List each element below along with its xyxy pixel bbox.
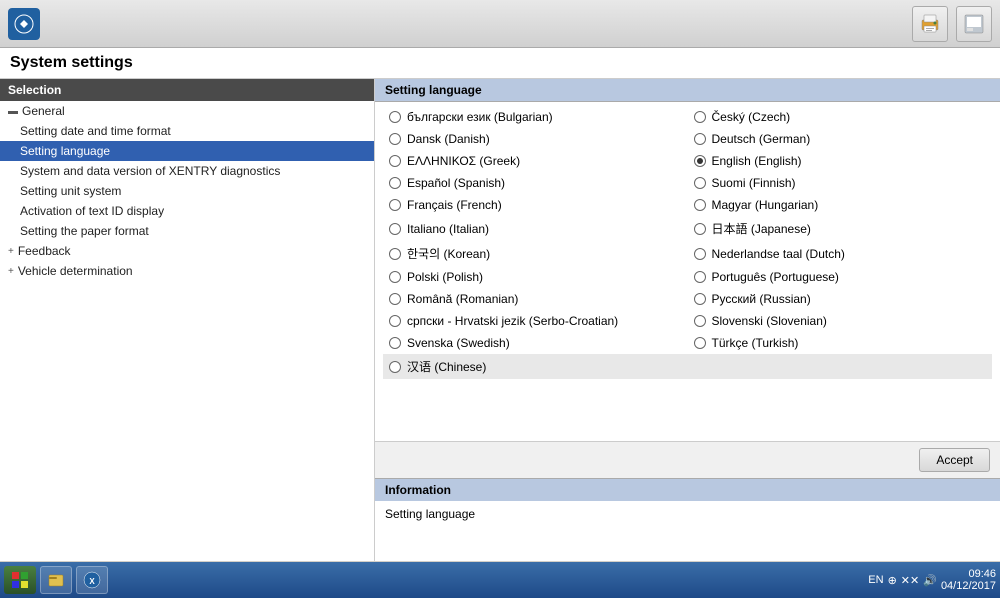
lang-czech[interactable]: Český (Czech) bbox=[688, 106, 993, 128]
clock-time: 09:46 bbox=[941, 568, 996, 580]
expand-icon-vehicle: + bbox=[8, 266, 14, 277]
svg-text:X: X bbox=[89, 577, 95, 586]
lang-danish[interactable]: Dansk (Danish) bbox=[383, 128, 688, 150]
sidebar-item-text-id[interactable]: Activation of text ID display bbox=[0, 201, 374, 221]
radio-bulgarian[interactable] bbox=[389, 111, 401, 123]
language-grid-container[interactable]: български език (Bulgarian) Český (Czech)… bbox=[375, 102, 1000, 441]
title-bar bbox=[0, 0, 1000, 48]
tray-icon2: ✕✕ bbox=[901, 574, 919, 587]
radio-finnish[interactable] bbox=[694, 177, 706, 189]
lang-dutch[interactable]: Nederlandse taal (Dutch) bbox=[688, 241, 993, 266]
radio-slovenian[interactable] bbox=[694, 315, 706, 327]
sidebar-item-date-time[interactable]: Setting date and time format bbox=[0, 121, 374, 141]
expand-icon-general: ▬ bbox=[8, 106, 18, 117]
vehicle-label: Vehicle determination bbox=[18, 264, 133, 278]
lang-chinese[interactable]: 汉语 (Chinese) bbox=[383, 354, 992, 379]
main-content: Selection ▬ General Setting date and tim… bbox=[0, 79, 1000, 561]
radio-serbian[interactable] bbox=[389, 315, 401, 327]
help-button[interactable] bbox=[956, 6, 992, 42]
radio-spanish[interactable] bbox=[389, 177, 401, 189]
lang-slovenian[interactable]: Slovenski (Slovenian) bbox=[688, 310, 993, 332]
radio-chinese[interactable] bbox=[389, 361, 401, 373]
lang-japanese[interactable]: 日本語 (Japanese) bbox=[688, 216, 993, 241]
lang-finnish[interactable]: Suomi (Finnish) bbox=[688, 172, 993, 194]
radio-turkish[interactable] bbox=[694, 337, 706, 349]
radio-hungarian[interactable] bbox=[694, 199, 706, 211]
radio-dutch[interactable] bbox=[694, 248, 706, 260]
tree-group-feedback[interactable]: + Feedback bbox=[0, 241, 374, 261]
taskbar-clock: 09:46 04/12/2017 bbox=[941, 568, 996, 592]
lang-polish[interactable]: Polski (Polish) bbox=[383, 266, 688, 288]
sidebar-item-language[interactable]: Setting language bbox=[0, 141, 374, 161]
general-label: General bbox=[22, 104, 65, 118]
radio-russian[interactable] bbox=[694, 293, 706, 305]
info-content: Setting language bbox=[375, 501, 1000, 561]
accept-row: Accept bbox=[375, 441, 1000, 478]
print-button[interactable] bbox=[912, 6, 948, 42]
right-panel: Setting language български език (Bulgari… bbox=[375, 79, 1000, 561]
radio-greek[interactable] bbox=[389, 155, 401, 167]
lang-spanish[interactable]: Español (Spanish) bbox=[383, 172, 688, 194]
language-grid: български език (Bulgarian) Český (Czech)… bbox=[375, 106, 1000, 379]
sidebar-item-unit-system[interactable]: Setting unit system bbox=[0, 181, 374, 201]
radio-korean[interactable] bbox=[389, 248, 401, 260]
lang-russian[interactable]: Русский (Russian) bbox=[688, 288, 993, 310]
taskbar-file-manager[interactable] bbox=[40, 566, 72, 594]
taskbar: X EN ⊕ ✕✕ 🔊 09:46 04/12/2017 bbox=[0, 562, 1000, 598]
start-button[interactable] bbox=[4, 566, 36, 594]
lang-hungarian[interactable]: Magyar (Hungarian) bbox=[688, 194, 993, 216]
lang-swedish[interactable]: Svenska (Swedish) bbox=[383, 332, 688, 354]
accept-button[interactable]: Accept bbox=[919, 448, 990, 472]
lang-bulgarian[interactable]: български език (Bulgarian) bbox=[383, 106, 688, 128]
selection-header: Selection bbox=[0, 79, 374, 101]
taskbar-xentry[interactable]: X bbox=[76, 566, 108, 594]
lang-korean[interactable]: 한국의 (Korean) bbox=[383, 241, 688, 266]
lang-greek[interactable]: ΕΛΛΗΝΙΚΟΣ (Greek) bbox=[383, 150, 688, 172]
radio-swedish[interactable] bbox=[389, 337, 401, 349]
sidebar-item-paper-format[interactable]: Setting the paper format bbox=[0, 221, 374, 241]
lang-italian[interactable]: Italiano (Italian) bbox=[383, 216, 688, 241]
lang-french[interactable]: Français (French) bbox=[383, 194, 688, 216]
radio-danish[interactable] bbox=[389, 133, 401, 145]
lang-german[interactable]: Deutsch (German) bbox=[688, 128, 993, 150]
taskbar-tray: EN ⊕ ✕✕ 🔊 09:46 04/12/2017 bbox=[868, 568, 996, 592]
clock-date: 04/12/2017 bbox=[941, 580, 996, 592]
expand-icon-feedback: + bbox=[8, 246, 14, 257]
title-bar-right bbox=[912, 6, 992, 42]
radio-czech[interactable] bbox=[694, 111, 706, 123]
radio-italian[interactable] bbox=[389, 223, 401, 235]
lang-portuguese[interactable]: Português (Portuguese) bbox=[688, 266, 993, 288]
radio-english[interactable] bbox=[694, 155, 706, 167]
tray-en: EN bbox=[868, 574, 883, 586]
radio-french[interactable] bbox=[389, 199, 401, 211]
tree-group-vehicle[interactable]: + Vehicle determination bbox=[0, 261, 374, 281]
tray-icon1: ⊕ bbox=[888, 574, 897, 587]
title-bar-left bbox=[8, 8, 40, 40]
lang-romanian[interactable]: Română (Romanian) bbox=[383, 288, 688, 310]
page-title: System settings bbox=[0, 48, 1000, 79]
lang-turkish[interactable]: Türkçe (Turkish) bbox=[688, 332, 993, 354]
radio-romanian[interactable] bbox=[389, 293, 401, 305]
lang-serbian[interactable]: српски - Hrvatski jezik (Serbo-Croatian) bbox=[383, 310, 688, 332]
radio-polish[interactable] bbox=[389, 271, 401, 283]
app-logo bbox=[8, 8, 40, 40]
tray-icon3: 🔊 bbox=[923, 574, 937, 587]
lang-english[interactable]: English (English) bbox=[688, 150, 993, 172]
radio-german[interactable] bbox=[694, 133, 706, 145]
feedback-label: Feedback bbox=[18, 244, 71, 258]
info-header: Information bbox=[375, 478, 1000, 501]
left-panel: Selection ▬ General Setting date and tim… bbox=[0, 79, 375, 561]
language-panel-header: Setting language bbox=[375, 79, 1000, 102]
radio-japanese[interactable] bbox=[694, 223, 706, 235]
tree-group-general[interactable]: ▬ General bbox=[0, 101, 374, 121]
radio-portuguese[interactable] bbox=[694, 271, 706, 283]
sidebar-item-xentry-version[interactable]: System and data version of XENTRY diagno… bbox=[0, 161, 374, 181]
